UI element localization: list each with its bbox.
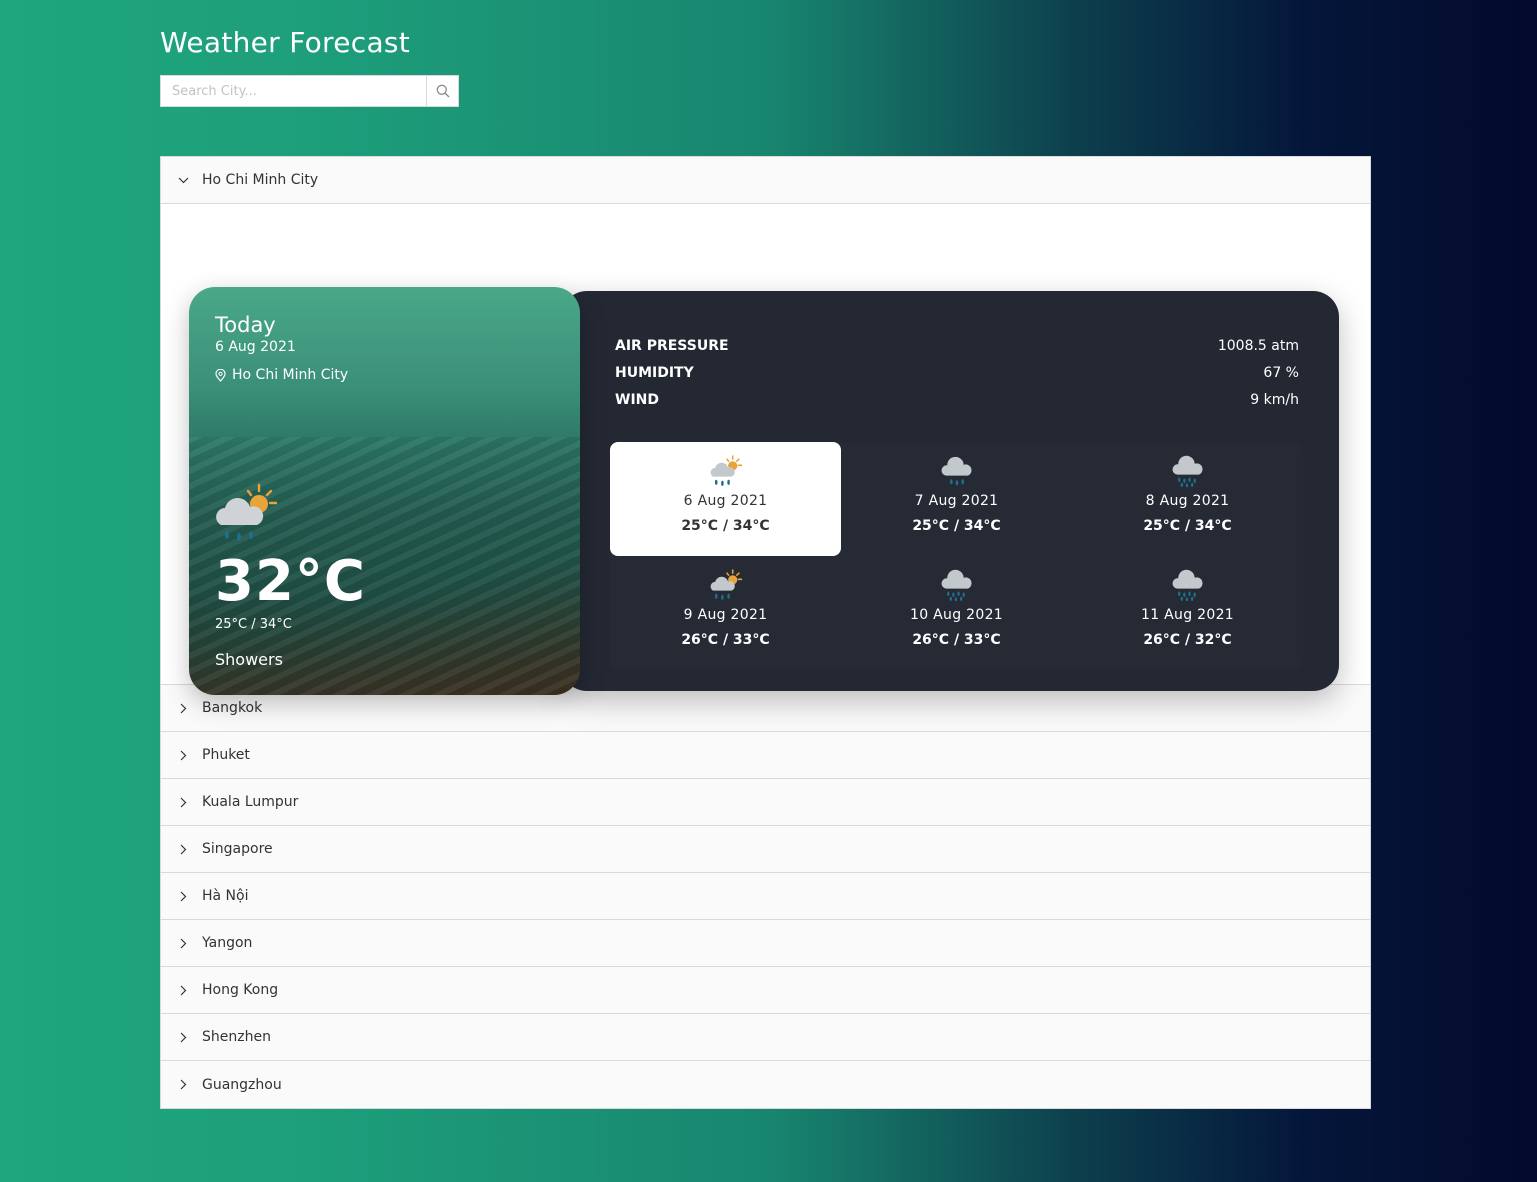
stat-label: HUMIDITY — [615, 364, 694, 381]
accordion-title: Guangzhou — [202, 1076, 282, 1093]
forecast-grid: 6 Aug 2021 25°C / 34°C 7 Aug 2021 25°C /… — [610, 442, 1303, 670]
chevron-right-icon — [177, 890, 189, 902]
accordion-title: Ho Chi Minh City — [202, 172, 319, 188]
accordion-item: Hong Kong — [161, 967, 1370, 1014]
stat-label: WIND — [615, 391, 659, 408]
forecast-date: 11 Aug 2021 — [1141, 607, 1234, 623]
chevron-right-icon — [177, 796, 189, 808]
accordion-title: Hong Kong — [202, 982, 279, 998]
forecast-date: 7 Aug 2021 — [914, 493, 999, 509]
accordion-header-yangon[interactable]: Yangon — [161, 920, 1370, 967]
forecast-range: 25°C / 34°C — [912, 518, 1001, 534]
accordion-item: Yangon — [161, 920, 1370, 967]
chevron-right-icon — [177, 843, 189, 855]
accordion-header-shenzhen[interactable]: Shenzhen — [161, 1014, 1370, 1061]
city-accordion: Ho Chi Minh City Today 6 Aug 2021 Ho Chi… — [160, 156, 1371, 1109]
accordion-header-guangzhou[interactable]: Guangzhou — [161, 1061, 1370, 1108]
today-range: 25°C / 34°C — [215, 617, 292, 632]
forecast-range: 26°C / 32°C — [1143, 632, 1232, 648]
accordion-title: Hà Nội — [202, 888, 249, 904]
forecast-day-4[interactable]: 9 Aug 2021 26°C / 33°C — [610, 556, 841, 670]
accordion-item: Hà Nội — [161, 873, 1370, 920]
accordion-header-hong-kong[interactable]: Hong Kong — [161, 967, 1370, 1014]
forecast-day-6[interactable]: 11 Aug 2021 26°C / 32°C — [1072, 556, 1303, 670]
today-temperature: 32°C — [215, 549, 367, 614]
cloud-heavy-rain-icon — [941, 569, 972, 601]
accordion-header-kuala-lumpur[interactable]: Kuala Lumpur — [161, 779, 1370, 826]
cloud-rain-icon — [941, 456, 972, 486]
forecast-day-5[interactable]: 10 Aug 2021 26°C / 33°C — [841, 556, 1072, 670]
chevron-right-icon — [177, 1031, 189, 1043]
accordion-header-ha-noi[interactable]: Hà Nội — [161, 873, 1370, 920]
today-condition: Showers — [215, 650, 283, 669]
sun-cloud-rain-icon — [213, 483, 279, 549]
today-location: Ho Chi Minh City — [215, 367, 348, 383]
accordion-header-phuket[interactable]: Phuket — [161, 732, 1370, 779]
weather-stats: AIR PRESSURE 1008.5 atm HUMIDITY 67 % WI… — [615, 332, 1299, 413]
accordion-title: Singapore — [202, 841, 273, 857]
search-button[interactable] — [426, 76, 458, 106]
forecast-range: 25°C / 34°C — [1143, 518, 1232, 534]
accordion-item: Singapore — [161, 826, 1370, 873]
cloud-heavy-rain-icon — [1172, 569, 1203, 601]
stat-row-humidity: HUMIDITY 67 % — [615, 359, 1299, 386]
stat-row-wind: WIND 9 km/h — [615, 386, 1299, 413]
accordion-item-expanded: Ho Chi Minh City Today 6 Aug 2021 Ho Chi… — [161, 157, 1370, 695]
chevron-right-icon — [177, 702, 189, 714]
accordion-title: Shenzhen — [202, 1029, 271, 1045]
location-pin-icon — [215, 368, 226, 382]
forecast-date: 10 Aug 2021 — [910, 607, 1003, 623]
search-icon — [436, 84, 449, 98]
chevron-down-icon — [177, 174, 189, 186]
accordion-title: Phuket — [202, 747, 250, 763]
forecast-range: 26°C / 33°C — [912, 632, 1001, 648]
search-bar — [160, 75, 459, 107]
accordion-title: Bangkok — [202, 700, 263, 716]
forecast-day-3[interactable]: 8 Aug 2021 25°C / 34°C — [1072, 442, 1303, 556]
stat-value: 9 km/h — [1250, 391, 1299, 408]
sun-cloud-rain-icon — [710, 569, 742, 600]
accordion-panel: Today 6 Aug 2021 Ho Chi Minh City 32°C 2… — [161, 204, 1370, 695]
today-date: 6 Aug 2021 — [215, 339, 296, 355]
accordion-title: Yangon — [202, 935, 253, 951]
today-card: Today 6 Aug 2021 Ho Chi Minh City 32°C 2… — [189, 287, 580, 695]
stat-value: 1008.5 atm — [1217, 337, 1299, 354]
stat-label: AIR PRESSURE — [615, 337, 729, 354]
page-title: Weather Forecast — [160, 26, 411, 59]
forecast-range: 26°C / 33°C — [681, 632, 770, 648]
accordion-item: Guangzhou — [161, 1061, 1370, 1108]
forecast-range: 25°C / 34°C — [681, 518, 770, 534]
forecast-date: 9 Aug 2021 — [683, 607, 768, 623]
forecast-date: 6 Aug 2021 — [683, 493, 768, 509]
today-label: Today — [215, 313, 276, 337]
accordion-item: Phuket — [161, 732, 1370, 779]
accordion-title: Kuala Lumpur — [202, 794, 299, 810]
chevron-right-icon — [177, 749, 189, 761]
sun-cloud-rain-icon — [710, 455, 742, 486]
stat-row-pressure: AIR PRESSURE 1008.5 atm — [615, 332, 1299, 359]
forecast-day-1[interactable]: 6 Aug 2021 25°C / 34°C — [610, 442, 841, 556]
chevron-right-icon — [177, 1079, 189, 1091]
accordion-item: Shenzhen — [161, 1014, 1370, 1061]
chevron-right-icon — [177, 984, 189, 996]
stat-value: 67 % — [1263, 364, 1299, 381]
today-location-label: Ho Chi Minh City — [232, 367, 349, 383]
forecast-day-2[interactable]: 7 Aug 2021 25°C / 34°C — [841, 442, 1072, 556]
cloud-heavy-rain-icon — [1172, 455, 1203, 487]
chevron-right-icon — [177, 937, 189, 949]
accordion-header-expanded[interactable]: Ho Chi Minh City — [161, 157, 1370, 204]
search-input[interactable] — [161, 76, 426, 106]
accordion-header-singapore[interactable]: Singapore — [161, 826, 1370, 873]
forecast-date: 8 Aug 2021 — [1145, 493, 1230, 509]
accordion-item: Kuala Lumpur — [161, 779, 1370, 826]
